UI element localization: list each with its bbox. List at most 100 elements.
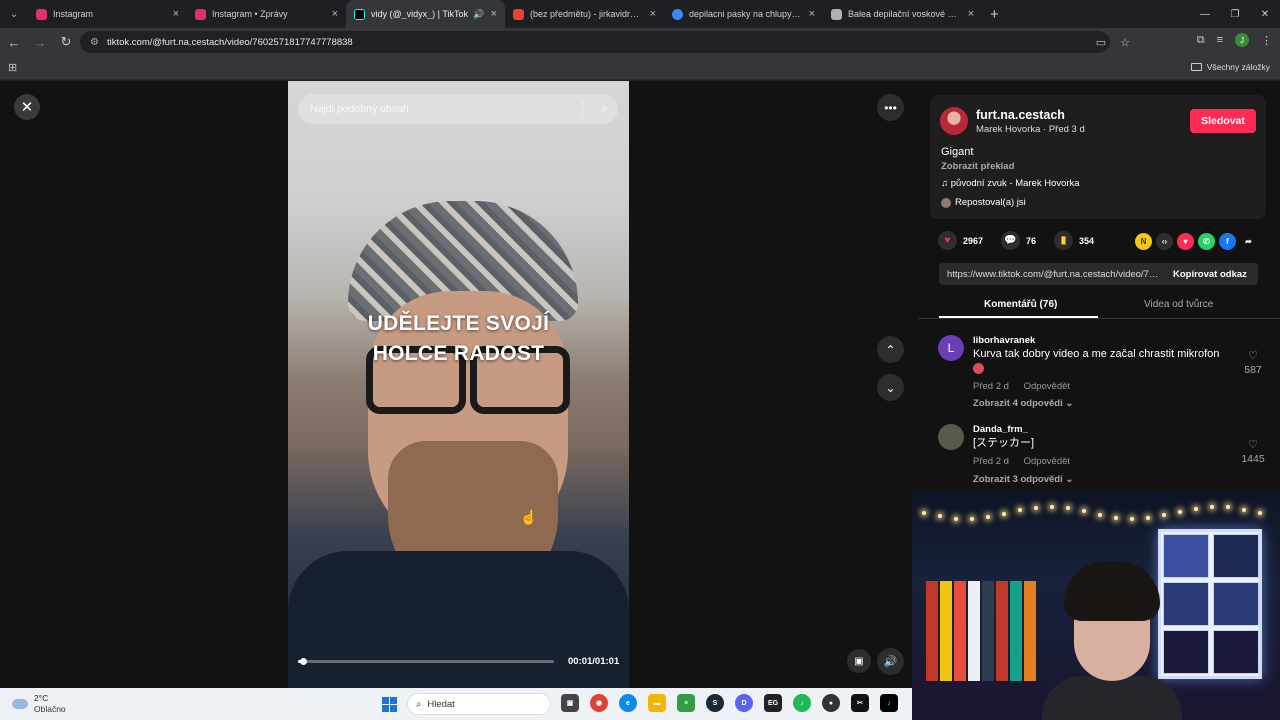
reply-button[interactable]: Odpovědět (1024, 456, 1070, 467)
task-view-icon[interactable]: ▣ (561, 694, 579, 712)
file-explorer-icon[interactable]: ▬ (648, 694, 666, 712)
facebook-icon[interactable]: f (1219, 233, 1236, 250)
shelf-cell (1163, 534, 1209, 578)
search-icon[interactable]: ⌕ (601, 101, 608, 116)
url-text: tiktok.com/@furt.na.cestach/video/760257… (106, 36, 353, 48)
windows-start-icon[interactable] (382, 697, 397, 712)
restore-icon[interactable]: ❐ (1220, 0, 1250, 28)
tab-instagram[interactable]: Instagram × (28, 0, 187, 28)
extensions-icon[interactable]: ⧉ (1197, 34, 1205, 47)
share-friends-icon[interactable]: N (1135, 233, 1152, 250)
tab-balea[interactable]: Balea depilační voskové pásky - × (823, 0, 982, 28)
author-username[interactable]: furt.na.cestach (976, 108, 1065, 122)
spotify-icon[interactable]: ♪ (793, 694, 811, 712)
comment-meta: Před 2 d Odpovědět (973, 381, 1082, 392)
save-button[interactable]: ▮ 354 (1054, 231, 1094, 250)
edge-icon[interactable]: e (619, 694, 637, 712)
steam-icon[interactable]: S (706, 694, 724, 712)
new-tab-button[interactable]: + (990, 6, 999, 23)
speaker-icon[interactable]: 🔊 (473, 9, 484, 20)
close-tab-icon[interactable]: × (173, 8, 179, 20)
menu-icon[interactable]: ⋮ (1261, 34, 1272, 47)
music-link[interactable]: ♫ původní zvuk - Marek Hovorka (941, 178, 1080, 189)
heart-outline-icon: ♡ (1248, 439, 1258, 451)
cast-icon[interactable]: ▭ (1096, 36, 1106, 49)
comment-like-button[interactable]: ♡ 1445 (1238, 438, 1268, 465)
close-tab-icon[interactable]: × (650, 8, 656, 20)
commenter-username[interactable]: liborhavranek (973, 335, 1035, 346)
reply-button[interactable]: Odpovědět (1024, 381, 1070, 392)
light-bulb (1210, 505, 1214, 510)
tab-tiktok[interactable]: vidy (@_vidyx_) | TikTok 🔊 × (346, 0, 505, 28)
embed-code-icon[interactable]: ‹› (1156, 233, 1173, 250)
tab-gmail[interactable]: (bez předmětu) - jirkavidrman6 × (505, 0, 664, 28)
shop-icon (831, 8, 842, 20)
light-bulb (1018, 508, 1022, 513)
back-icon[interactable]: ← (2, 30, 26, 54)
shelf-cell (1163, 582, 1209, 626)
video-description: Gigant (941, 146, 974, 158)
webcam-overlay (912, 491, 1280, 720)
author-avatar[interactable] (940, 107, 968, 135)
tab-instagram-messages[interactable]: Instagram • Zprávy × (187, 0, 346, 28)
tab-google-search[interactable]: depilacni pasky na chlupy dm - × (664, 0, 823, 28)
chrome-icon[interactable]: ◉ (590, 694, 608, 712)
close-window-icon[interactable]: ✕ (1250, 0, 1280, 28)
light-bulb (986, 515, 990, 520)
tab-creator-videos[interactable]: Videa od tvůrce (1144, 299, 1213, 310)
all-bookmarks-button[interactable]: Všechny záložky (1190, 62, 1270, 72)
close-video-button[interactable]: ✕ (14, 94, 40, 120)
share-arrow-icon[interactable]: ➦ (1240, 233, 1257, 250)
minimize-icon[interactable]: — (1190, 0, 1220, 28)
more-options-icon[interactable]: ••• (877, 94, 904, 121)
send-icon[interactable]: ▾ (1177, 233, 1194, 250)
instagram-icon (195, 8, 206, 20)
light-bulb (1066, 506, 1070, 511)
comment-like-button[interactable]: ♡ 587 (1238, 349, 1268, 376)
apps-grid-icon[interactable]: ⊞ (8, 61, 17, 74)
copy-link-button[interactable]: Kopírovat odkaz (1173, 269, 1247, 280)
light-bulb (970, 516, 974, 521)
tiktok-app-icon[interactable]: ♪ (880, 694, 898, 712)
previous-video-chevron-up-icon[interactable]: ⌃ (877, 336, 904, 363)
discord-icon[interactable]: D (735, 694, 753, 712)
video-player[interactable]: Najdi podobný obsah ⌕ UDĚLEJTE SVOJÍ HOL… (288, 81, 629, 688)
close-tab-icon[interactable]: × (809, 8, 815, 20)
bookmark-star-icon[interactable]: ☆ (1120, 36, 1130, 49)
whatsapp-icon[interactable]: ✆ (1198, 233, 1215, 250)
close-tab-icon[interactable]: × (491, 8, 497, 20)
video-progress-bar[interactable] (298, 658, 554, 665)
floating-player-icon[interactable]: ▣ (847, 649, 871, 673)
tab-comments[interactable]: Komentářů (76) (984, 299, 1057, 310)
tab-search-button[interactable]: ⌄ (0, 0, 28, 28)
weather-widget[interactable]: 2°C Oblačno (12, 693, 66, 715)
commenter-avatar[interactable]: L (938, 335, 964, 361)
view-replies-button[interactable]: Zobrazit 4 odpovědi ⌄ (973, 398, 1073, 409)
like-button[interactable]: ♥ 2967 (938, 231, 983, 250)
comment-button[interactable]: 💬 76 (1001, 231, 1036, 250)
show-translation-link[interactable]: Zobrazit překlad (941, 161, 1014, 172)
notepad-icon[interactable]: ≡ (677, 694, 695, 712)
site-info-icon[interactable]: ⚙ (90, 37, 99, 48)
commenter-username[interactable]: Danda_frm_ (973, 424, 1028, 435)
view-replies-button[interactable]: Zobrazit 3 odpovědi ⌄ (973, 474, 1073, 485)
volume-icon[interactable]: 🔊 (877, 648, 904, 675)
epic-games-icon[interactable]: EG (764, 694, 782, 712)
reload-icon[interactable]: ↻ (54, 30, 78, 54)
similar-content-search[interactable]: Najdi podobný obsah ⌕ (298, 94, 618, 124)
repost-avatar (941, 197, 951, 208)
obs-icon[interactable]: ● (822, 694, 840, 712)
profile-avatar[interactable]: J (1235, 33, 1249, 47)
omnibox-actions: ▭ ☆ (1096, 36, 1130, 49)
commenter-avatar[interactable] (938, 424, 964, 450)
follow-button[interactable]: Sledovat (1190, 109, 1256, 133)
taskbar-search[interactable]: ⌕ Hledat (407, 693, 551, 715)
video-link-url[interactable]: https://www.tiktok.com/@furt.na.cestach/… (939, 269, 1159, 280)
close-tab-icon[interactable]: × (332, 8, 338, 20)
reading-list-icon[interactable]: ≡ (1217, 34, 1223, 46)
close-tab-icon[interactable]: × (968, 8, 974, 20)
capcut-icon[interactable]: ✂ (851, 694, 869, 712)
address-bar[interactable]: ⚙ tiktok.com/@furt.na.cestach/video/7602… (80, 31, 1110, 53)
forward-icon[interactable]: → (28, 30, 52, 54)
next-video-chevron-down-icon[interactable]: ⌄ (877, 374, 904, 401)
